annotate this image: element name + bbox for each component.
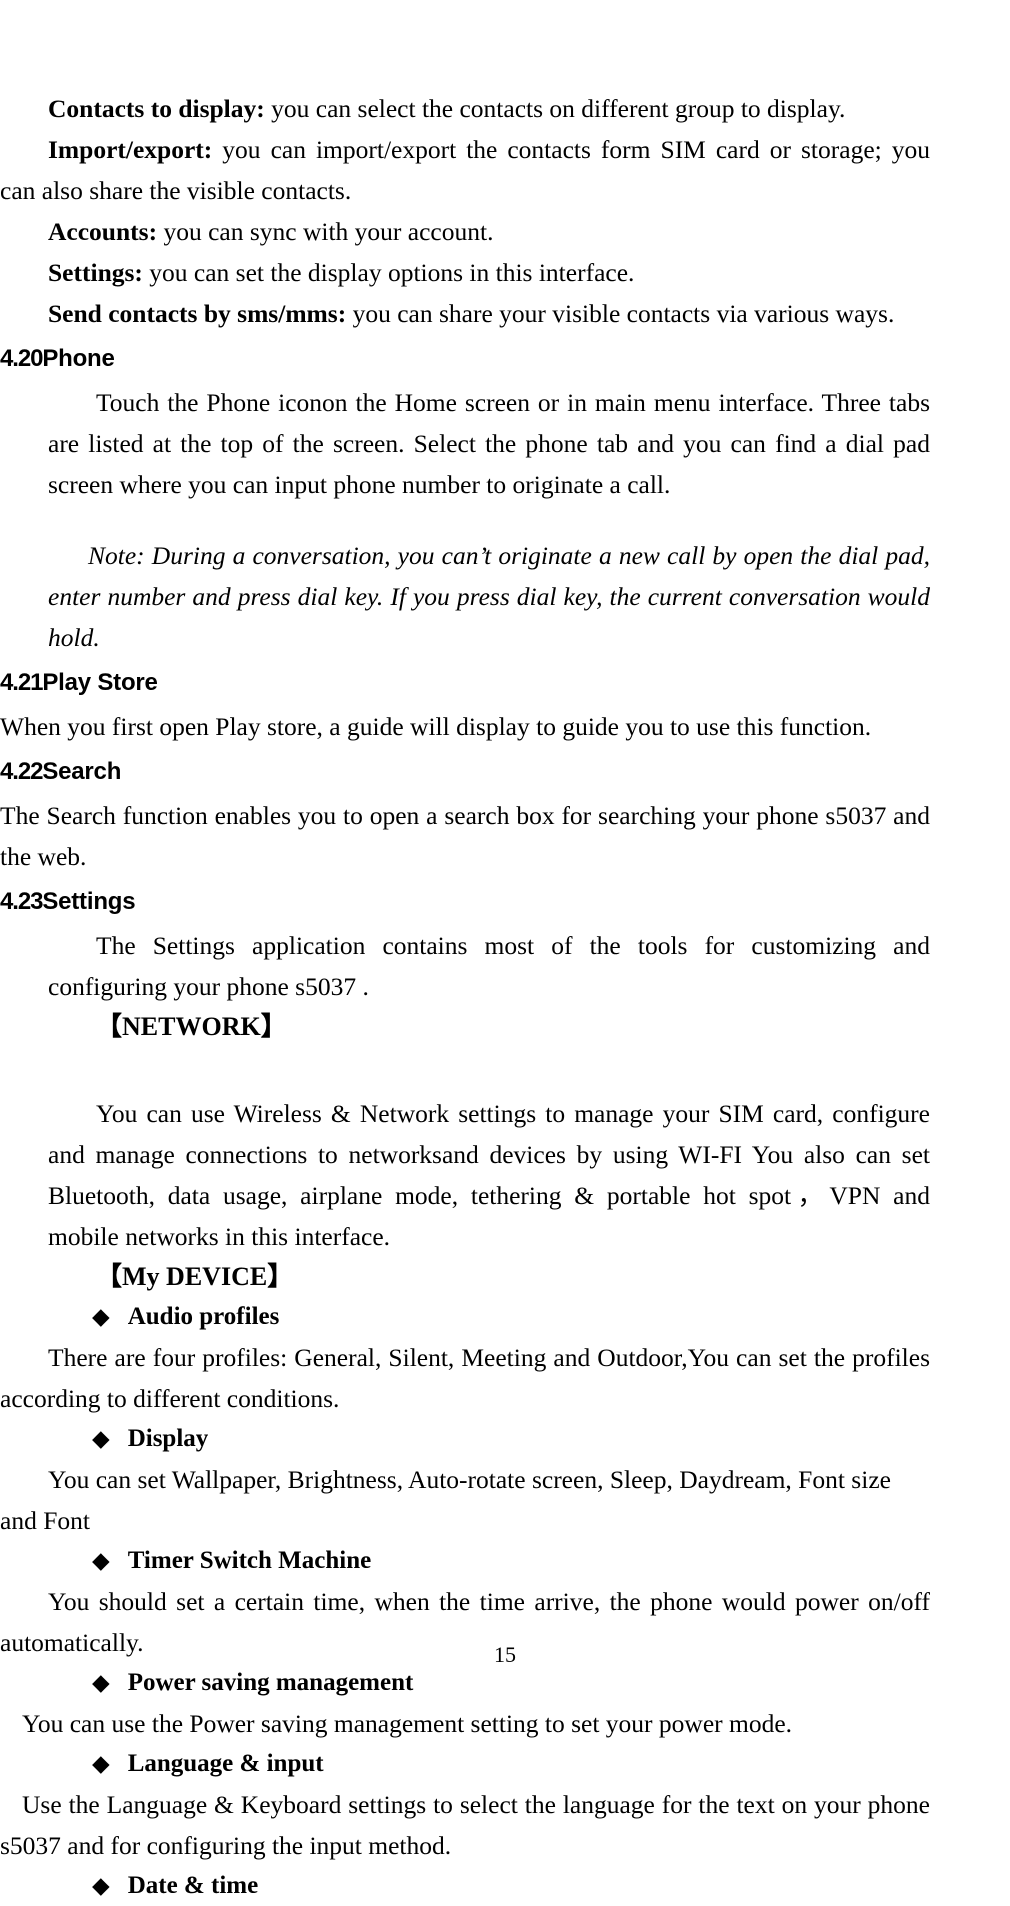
- contacts-option-import-export: Import/export: you can import/export the…: [0, 129, 930, 211]
- device-item-title: Power saving management: [127, 1669, 414, 1696]
- option-text: you can select the contacts on different…: [264, 94, 846, 123]
- device-item-power-saving-management: ◆ Power saving management: [0, 1663, 930, 1703]
- contacts-option-contacts-to-display: Contacts to display: you can select the …: [0, 88, 930, 129]
- contacts-option-send-contacts: Send contacts by sms/mms: you can share …: [0, 293, 930, 334]
- device-item-display: ◆ Display: [0, 1419, 930, 1459]
- heading-number: 4.21: [0, 669, 43, 696]
- diamond-bullet-icon: ◆: [92, 1304, 110, 1330]
- language-input-body: Use the Language & Keyboard settings to …: [0, 1790, 930, 1860]
- option-term: Contacts to display:: [48, 94, 265, 123]
- diamond-bullet-icon: ◆: [92, 1751, 110, 1777]
- heading-title: Settings: [42, 888, 136, 915]
- option-text: you can share your visible contacts via …: [346, 299, 895, 328]
- option-text: you can sync with your account.: [157, 217, 494, 246]
- device-item-title: Audio profiles: [127, 1303, 280, 1330]
- device-item-audio-profiles: ◆ Audio profiles: [0, 1297, 930, 1337]
- group-label: NETWORK: [122, 1012, 261, 1041]
- phone-body: Touch the Phone iconon the Home screen o…: [48, 388, 930, 499]
- option-term: Accounts:: [48, 217, 158, 246]
- network-body: You can use Wireless & Network settings …: [48, 1099, 930, 1251]
- device-item-title: Date & time: [127, 1872, 259, 1899]
- diamond-bullet-icon: ◆: [92, 1426, 110, 1452]
- heading-title: Play Store: [42, 669, 158, 696]
- heading-phone: 4.20Phone: [0, 340, 930, 378]
- device-item-title: Language & input: [127, 1750, 324, 1777]
- diamond-bullet-icon: ◆: [92, 1548, 110, 1574]
- document-page: Contacts to display: you can select the …: [0, 0, 1010, 1899]
- heading-title: Search: [42, 758, 122, 785]
- heading-number: 4.23: [0, 888, 43, 915]
- option-term: Send contacts by sms/mms:: [48, 299, 347, 328]
- group-heading-my-device: 【My DEVICE】: [0, 1257, 930, 1297]
- heading-number: 4.22: [0, 758, 43, 785]
- contacts-option-settings: Settings: you can set the display option…: [0, 252, 930, 293]
- settings-body: The Settings application contains most o…: [48, 931, 930, 1001]
- play-store-body: When you first open Play store, a guide …: [0, 712, 872, 741]
- heading-title: Phone: [42, 345, 115, 372]
- phone-note: Note: During a conversation, you can’t o…: [48, 541, 930, 652]
- option-term: Import/export:: [48, 135, 213, 164]
- group-heading-network: 【NETWORK】: [0, 1007, 930, 1047]
- heading-search: 4.22Search: [0, 753, 930, 791]
- page-number: 15: [494, 1642, 516, 1667]
- bracket-close-icon: 】: [260, 1012, 287, 1042]
- device-item-language-input: ◆ Language & input: [0, 1744, 930, 1784]
- search-body: The Search function enables you to open …: [0, 801, 930, 871]
- display-body: You can set Wallpaper, Brightness, Auto-…: [0, 1465, 891, 1535]
- bracket-open-icon: 【: [96, 1012, 123, 1042]
- device-item-title: Timer Switch Machine: [127, 1547, 372, 1574]
- diamond-bullet-icon: ◆: [92, 1670, 110, 1696]
- group-label: My DEVICE: [122, 1262, 268, 1291]
- power-saving-management-body: You can use the Power saving management …: [22, 1709, 793, 1738]
- page-content: Contacts to display: you can select the …: [0, 88, 930, 1906]
- contacts-option-accounts: Accounts: you can sync with your account…: [0, 211, 930, 252]
- heading-settings: 4.23Settings: [0, 883, 930, 921]
- page-footer: 15: [0, 1642, 1010, 1668]
- device-item-date-time: ◆ Date & time: [0, 1866, 930, 1906]
- option-term: Settings:: [48, 258, 143, 287]
- device-item-title: Display: [127, 1425, 209, 1452]
- diamond-bullet-icon: ◆: [92, 1873, 110, 1899]
- audio-profiles-body: There are four profiles: General, Silent…: [0, 1343, 930, 1413]
- bracket-open-icon: 【: [96, 1262, 123, 1292]
- option-text: you can set the display options in this …: [142, 258, 635, 287]
- bracket-close-icon: 】: [267, 1262, 294, 1292]
- heading-number: 4.20: [0, 345, 43, 372]
- heading-play-store: 4.21Play Store: [0, 664, 930, 702]
- device-item-timer-switch-machine: ◆ Timer Switch Machine: [0, 1541, 930, 1581]
